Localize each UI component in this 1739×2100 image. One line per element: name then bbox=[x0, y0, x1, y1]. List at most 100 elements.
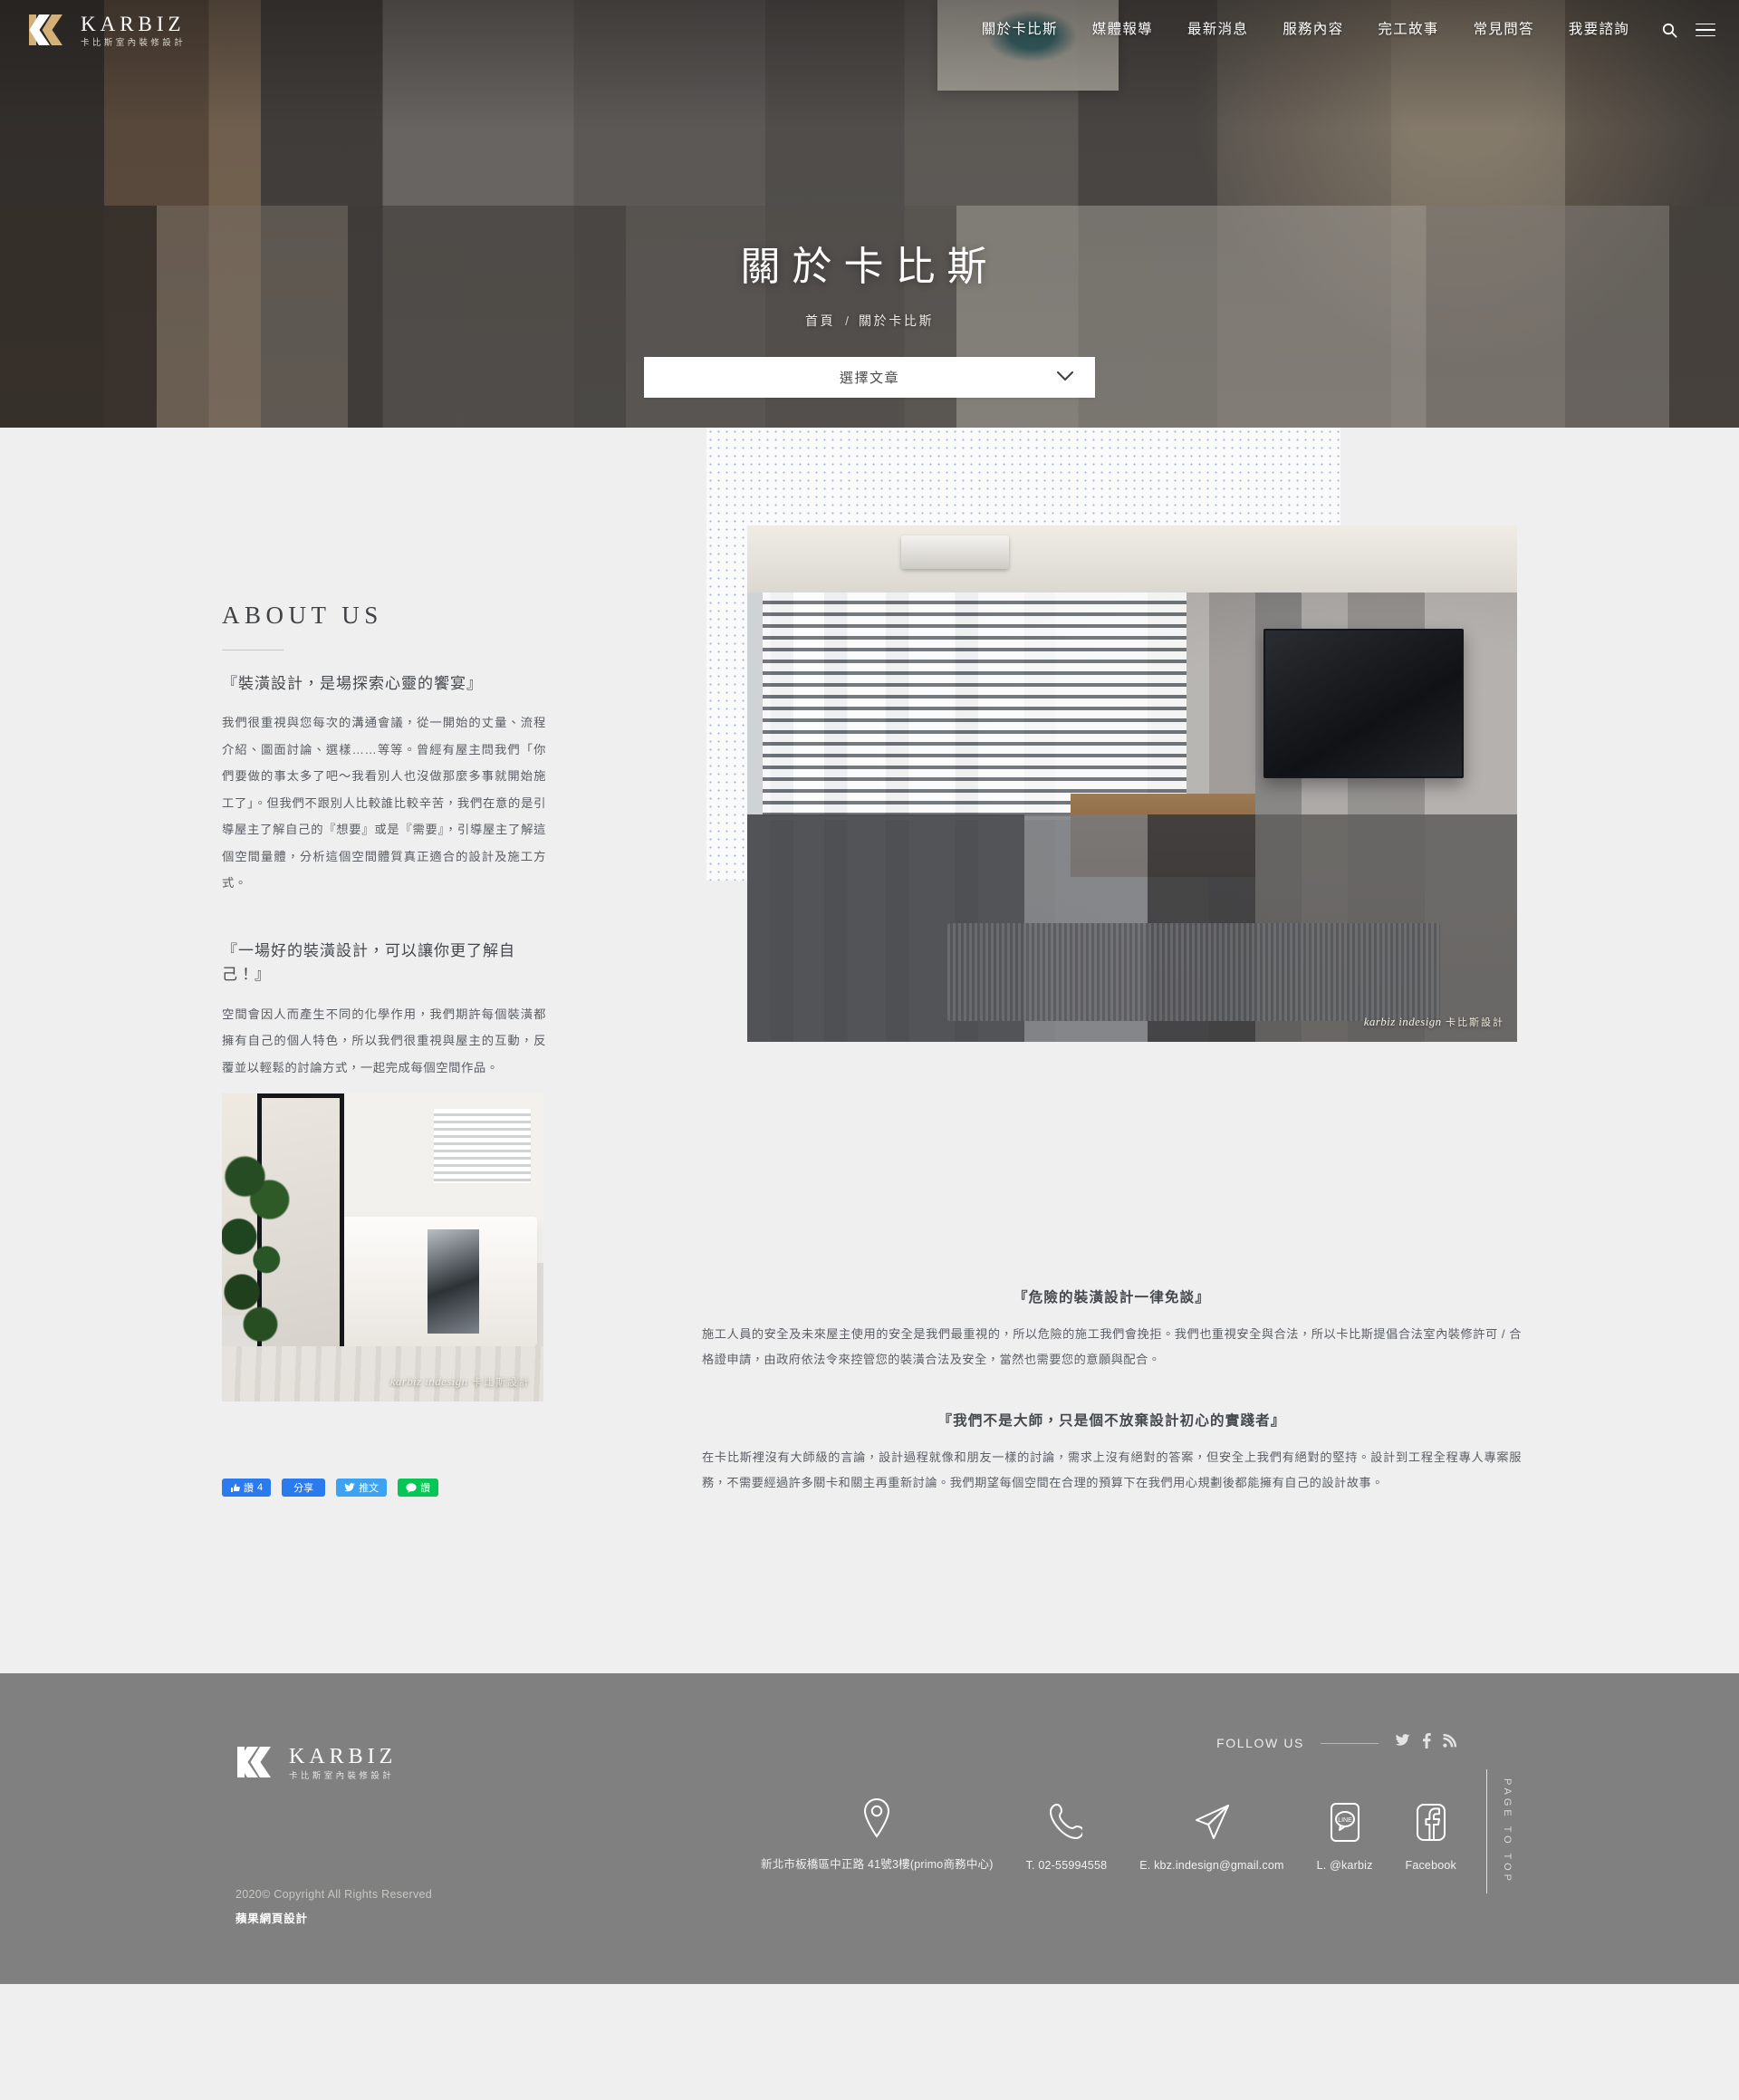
nav-item-services[interactable]: 服務內容 bbox=[1265, 0, 1360, 60]
copyright-text: 2020© Copyright All Rights Reserved bbox=[235, 1888, 433, 1901]
philosophy-paragraph-1: 施工人員的安全及未來屋主使用的安全是我們最重視的，所以危險的施工我們會挽拒。我們… bbox=[702, 1327, 1522, 1366]
logo-wordmark: KARBIZ 卡比斯室內裝修設計 bbox=[81, 12, 186, 48]
facebook-like-count: 4 bbox=[257, 1482, 264, 1493]
footer-logo-name: KARBIZ bbox=[289, 1744, 398, 1768]
nav-item-stories[interactable]: 完工故事 bbox=[1360, 0, 1456, 60]
footer-contacts: 新北市板橋區中正路 41號3樓(primo商務中心) T. 02-5599455… bbox=[761, 1797, 1456, 1872]
contact-line-text: L. @karbiz bbox=[1316, 1859, 1373, 1872]
line-like-button[interactable]: 讚 bbox=[398, 1479, 439, 1497]
hamburger-line bbox=[1696, 23, 1715, 25]
facebook-share-button[interactable]: 分享 bbox=[282, 1479, 326, 1497]
contact-facebook[interactable]: Facebook bbox=[1405, 1801, 1456, 1872]
photo-detail bbox=[901, 535, 1009, 570]
header-icon-group bbox=[1657, 18, 1715, 42]
about-lead-2: 『一場好的裝潢設計，可以讓你更了解自己！』 bbox=[222, 941, 515, 984]
photo-detail bbox=[428, 1228, 479, 1334]
contact-email-text: E. kbz.indesign@gmail.com bbox=[1139, 1859, 1284, 1872]
search-icon[interactable] bbox=[1657, 18, 1681, 42]
about-lead-1: 『裝潢設計，是場探索心靈的饗宴』 bbox=[222, 675, 483, 692]
philosophy-text-column: 『危險的裝潢設計一律免談』 施工人員的安全及未來屋主使用的安全是我們最重視的，所… bbox=[702, 1286, 1522, 1496]
photo-detail bbox=[222, 1345, 543, 1402]
hero-content: 關於卡比斯 首頁 / 關於卡比斯 選擇文章 bbox=[0, 0, 1739, 428]
thumbs-up-icon bbox=[231, 1483, 240, 1492]
page-to-top-divider bbox=[1486, 1769, 1487, 1893]
page-main: ABOUT US 『裝潢設計，是場探索心靈的饗宴』 我們很重視與您每次的溝通會議… bbox=[0, 428, 1739, 1673]
phone-icon bbox=[1050, 1801, 1083, 1843]
karbiz-k-mark-icon bbox=[235, 1741, 277, 1783]
footer-logo[interactable]: KARBIZ 卡比斯室內裝修設計 bbox=[235, 1741, 397, 1783]
philosophy-section: karbiz indesign 卡比斯設計 『危險的裝潢設計一律免談』 施工人員… bbox=[217, 1093, 1522, 1546]
facebook-share-label: 分享 bbox=[293, 1483, 314, 1494]
contact-address-text: 新北市板橋區中正路 41號3樓(primo商務中心) bbox=[761, 1858, 994, 1871]
site-header: KARBIZ 卡比斯室內裝修設計 關於卡比斯 媒體報導 最新消息 服務內容 完工… bbox=[0, 0, 1739, 60]
philosophy-heading-2: 『我們不是大師，只是個不放棄設計初心的實踐者』 bbox=[937, 1413, 1286, 1430]
social-share-bar: 讚 4 分享 推文 讚 bbox=[222, 1479, 439, 1497]
contact-email[interactable]: E. kbz.indesign@gmail.com bbox=[1139, 1801, 1283, 1872]
breadcrumb: 首頁 / 關於卡比斯 bbox=[805, 312, 934, 330]
follow-us-label: FOLLOW US bbox=[1216, 1736, 1304, 1750]
contact-line[interactable]: LINE L. @karbiz bbox=[1317, 1801, 1373, 1872]
bedroom-photo: karbiz indesign 卡比斯設計 bbox=[222, 1093, 543, 1402]
rss-icon[interactable] bbox=[1443, 1733, 1457, 1752]
line-like-label: 讚 bbox=[420, 1483, 431, 1494]
about-paragraph-2: 空間會因人而產生不同的化學作用，我們期許每個裝潢都擁有自己的個人特色，所以我們很… bbox=[222, 1007, 546, 1074]
photo-detail bbox=[947, 922, 1440, 1022]
follow-us-block: FOLLOW US bbox=[1216, 1733, 1457, 1753]
breadcrumb-home[interactable]: 首頁 bbox=[805, 312, 835, 330]
site-logo[interactable]: KARBIZ 卡比斯室內裝修設計 bbox=[27, 9, 186, 51]
paper-plane-icon bbox=[1193, 1801, 1231, 1843]
photo-detail bbox=[434, 1109, 531, 1183]
page-to-top-button[interactable]: PAGE TO TOP bbox=[1486, 1769, 1513, 1893]
contact-address[interactable]: 新北市板橋區中正路 41號3樓(primo商務中心) bbox=[761, 1797, 994, 1872]
nav-item-contact[interactable]: 我要諮詢 bbox=[1552, 0, 1647, 60]
facebook-square-icon bbox=[1416, 1801, 1446, 1843]
photo-detail bbox=[763, 592, 1187, 820]
hero-banner: KARBIZ 卡比斯室內裝修設計 關於卡比斯 媒體報導 最新消息 服務內容 完工… bbox=[0, 0, 1739, 428]
chevron-down-icon bbox=[1057, 370, 1073, 386]
photo-detail bbox=[747, 525, 1517, 593]
twitter-share-button[interactable]: 推文 bbox=[336, 1479, 388, 1497]
breadcrumb-separator: / bbox=[845, 313, 850, 328]
photo-detail bbox=[1263, 629, 1464, 779]
twitter-share-label: 推文 bbox=[359, 1483, 380, 1494]
contact-phone-text: T. 02-55994558 bbox=[1025, 1859, 1108, 1872]
facebook-like-button[interactable]: 讚 4 bbox=[222, 1479, 272, 1497]
main-navigation: 關於卡比斯 媒體報導 最新消息 服務內容 完工故事 常見問答 我要諮詢 bbox=[965, 0, 1715, 60]
contact-phone[interactable]: T. 02-55994558 bbox=[1026, 1801, 1108, 1872]
karbiz-k-mark-icon bbox=[27, 9, 69, 51]
about-paragraph-1: 我們很重視與您每次的溝通會議，從一開始的丈量、流程介紹、圖面討論、選樣……等等。… bbox=[222, 716, 546, 891]
twitter-icon[interactable] bbox=[1395, 1734, 1410, 1752]
map-pin-icon bbox=[862, 1797, 891, 1838]
nav-item-about[interactable]: 關於卡比斯 bbox=[965, 0, 1075, 60]
nav-item-news[interactable]: 最新消息 bbox=[1170, 0, 1265, 60]
twitter-bird-icon bbox=[344, 1482, 356, 1491]
nav-item-faq[interactable]: 常見問答 bbox=[1456, 0, 1552, 60]
logo-subtitle: 卡比斯室內裝修設計 bbox=[81, 38, 187, 49]
site-credit-link[interactable]: 蘋果網頁設計 bbox=[235, 1909, 432, 1926]
nav-item-media[interactable]: 媒體報導 bbox=[1075, 0, 1170, 60]
page-to-top-label: PAGE TO TOP bbox=[1502, 1778, 1513, 1884]
logo-name: KARBIZ bbox=[81, 13, 186, 36]
hamburger-line bbox=[1696, 34, 1715, 37]
footer-social-icons bbox=[1395, 1733, 1457, 1753]
hamburger-menu-icon[interactable] bbox=[1696, 23, 1715, 37]
article-select-label: 選擇文章 bbox=[839, 371, 899, 386]
facebook-like-label: 讚 bbox=[244, 1483, 254, 1494]
footer-logo-subtitle: 卡比斯室內裝修設計 bbox=[289, 1770, 395, 1781]
footer-copyright-block: 2020© Copyright All Rights Reserved 蘋果網頁… bbox=[235, 1888, 432, 1926]
site-footer: KARBIZ 卡比斯室內裝修設計 2020© Copyright All Rig… bbox=[0, 1673, 1739, 1984]
facebook-icon[interactable] bbox=[1422, 1733, 1431, 1753]
footer-wordmark: KARBIZ 卡比斯室內裝修設計 bbox=[289, 1744, 397, 1781]
philosophy-heading-1: 『危險的裝潢設計一律免談』 bbox=[1013, 1290, 1211, 1305]
about-heading: ABOUT US bbox=[222, 602, 383, 629]
article-select-dropdown[interactable]: 選擇文章 bbox=[644, 357, 1095, 398]
breadcrumb-current: 關於卡比斯 bbox=[859, 313, 935, 328]
line-app-icon: LINE bbox=[1330, 1801, 1360, 1843]
contact-facebook-text: Facebook bbox=[1405, 1859, 1456, 1872]
hamburger-line bbox=[1696, 29, 1715, 31]
content-wrapper: ABOUT US 『裝潢設計，是場探索心靈的饗宴』 我們很重視與您每次的溝通會議… bbox=[217, 428, 1522, 1546]
living-room-photo: karbiz indesign 卡比斯設計 bbox=[747, 525, 1517, 1042]
philosophy-paragraph-2: 在卡比斯裡沒有大師級的言論，設計過程就像和朋友一樣的討論，需求上沒有絕對的答案，… bbox=[702, 1450, 1522, 1490]
about-section: ABOUT US 『裝潢設計，是場探索心靈的饗宴』 我們很重視與您每次的溝通會議… bbox=[217, 428, 1522, 1093]
